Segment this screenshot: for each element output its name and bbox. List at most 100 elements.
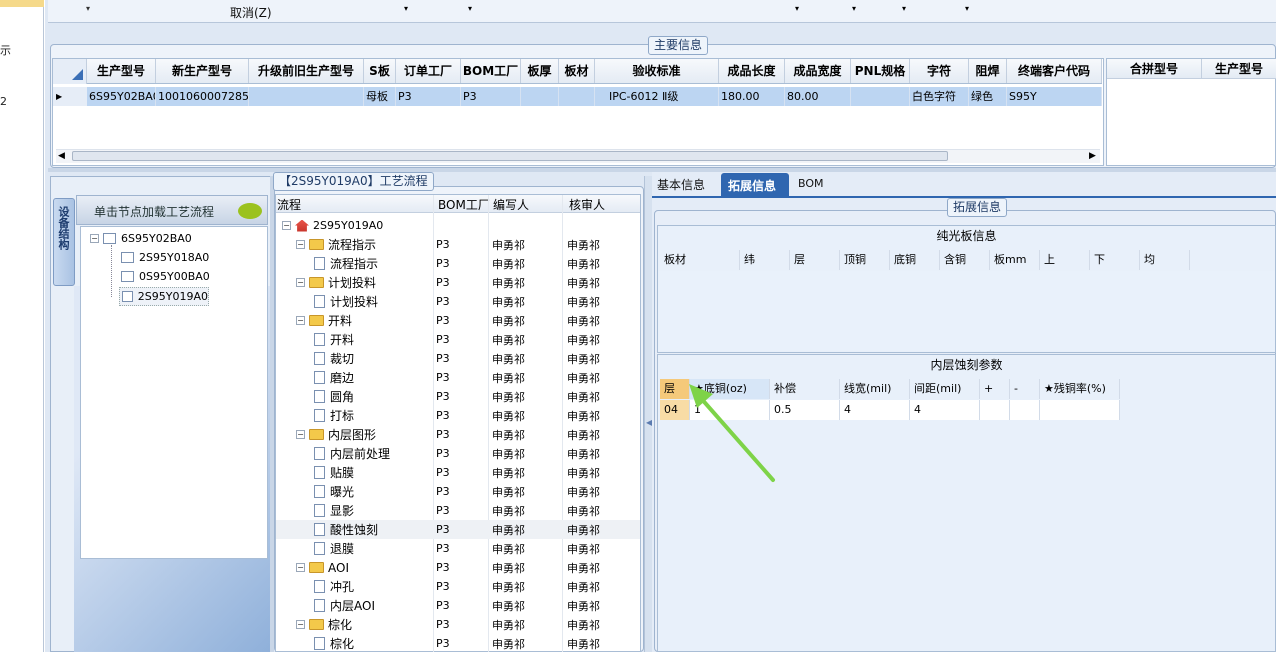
col-header[interactable]: 均	[1140, 250, 1190, 270]
table-cell: 绿色	[969, 87, 1007, 106]
col-header[interactable]: 板厚	[521, 59, 559, 83]
collapse-icon[interactable]: −	[90, 234, 99, 243]
reviewer-cell: 申勇祁	[567, 428, 600, 442]
col-header[interactable]: 下	[1090, 250, 1140, 270]
tree-node[interactable]: − 6S95Y02BA0	[90, 232, 192, 245]
col-header[interactable]: 新生产型号	[156, 59, 249, 83]
col-header-flow[interactable]: 流程	[277, 196, 301, 213]
col-header[interactable]: 生产型号	[87, 59, 156, 83]
scroll-right-icon[interactable]: ▶	[1089, 149, 1096, 163]
tree-folder-row[interactable]: − 计划投料 P3 申勇祁 申勇祁	[276, 273, 640, 292]
col-header[interactable]: 层	[790, 250, 840, 270]
col-header[interactable]: 合拼型号	[1107, 59, 1202, 78]
tree-leaf-row[interactable]: 显影 P3 申勇祁 申勇祁	[276, 501, 640, 520]
collapse-icon[interactable]: −	[296, 278, 305, 287]
col-header[interactable]: -	[1010, 379, 1040, 399]
tab-bom[interactable]: BOM	[798, 177, 824, 190]
col-header[interactable]: 纬	[740, 250, 790, 270]
table-cell[interactable]	[1040, 400, 1120, 420]
tree-leaf-row[interactable]: 打标 P3 申勇祁 申勇祁	[276, 406, 640, 425]
collapse-icon[interactable]: −	[296, 316, 305, 325]
vertical-splitter-mid[interactable]	[644, 176, 652, 652]
cancel-button[interactable]: 取消(Z)	[230, 4, 272, 21]
col-header[interactable]: ★残铜率(%)	[1040, 379, 1120, 399]
col-header-bom[interactable]: BOM工厂	[438, 196, 490, 213]
tree-leaf-row[interactable]: 开料 P3 申勇祁 申勇祁	[276, 330, 640, 349]
tree-leaf-row[interactable]: 计划投料 P3 申勇祁 申勇祁	[276, 292, 640, 311]
table-cell[interactable]: 4	[840, 400, 910, 420]
tree-leaf-row[interactable]: 磨边 P3 申勇祁 申勇祁	[276, 368, 640, 387]
tab-basic[interactable]: 基本信息	[657, 176, 705, 193]
col-header[interactable]: BOM工厂	[461, 59, 521, 83]
col-header-writer[interactable]: 编写人	[493, 196, 529, 213]
document-icon	[314, 295, 325, 308]
col-header[interactable]: 字符	[910, 59, 969, 83]
tree-root[interactable]: − 2S95Y019A0	[276, 216, 640, 235]
tree-node[interactable]: 0S95Y00BA0	[121, 270, 210, 283]
tree-folder-row[interactable]: − 内层图形 P3 申勇祁 申勇祁	[276, 425, 640, 444]
col-header[interactable]: 上	[1040, 250, 1090, 270]
col-header[interactable]: 终端客户代码	[1007, 59, 1102, 83]
scroll-left-icon[interactable]: ◀	[58, 149, 65, 163]
writer-cell: 申勇祁	[492, 295, 525, 309]
tree-leaf-row[interactable]: 圆角 P3 申勇祁 申勇祁	[276, 387, 640, 406]
tree-node[interactable]: 2S95Y018A0	[121, 251, 209, 264]
bom-factory-cell: P3	[436, 352, 450, 365]
table-cell[interactable]	[1010, 400, 1040, 420]
col-header[interactable]: 顶铜	[840, 250, 890, 270]
toolbar-dropdown-1[interactable]: ▾	[86, 4, 90, 13]
table-cell[interactable]: 4	[910, 400, 980, 420]
collapse-icon[interactable]: −	[296, 430, 305, 439]
col-header[interactable]: S板	[364, 59, 396, 83]
tree-folder-row[interactable]: − AOI P3 申勇祁 申勇祁	[276, 558, 640, 577]
tree-leaf-row[interactable]: 曝光 P3 申勇祁 申勇祁	[276, 482, 640, 501]
collapse-icon[interactable]: −	[296, 240, 305, 249]
folder-icon	[309, 277, 324, 288]
tree-folder-row[interactable]: − 开料 P3 申勇祁 申勇祁	[276, 311, 640, 330]
tree-leaf-row[interactable]: 棕化 P3 申勇祁 申勇祁	[276, 634, 640, 653]
col-header[interactable]: 验收标准	[595, 59, 719, 83]
table-cell[interactable]	[980, 400, 1010, 420]
col-header[interactable]: 板材	[660, 250, 740, 270]
tree-leaf-row[interactable]: 冲孔 P3 申勇祁 申勇祁	[276, 577, 640, 596]
tree-leaf-row[interactable]: 酸性蚀刻 P3 申勇祁 申勇祁	[276, 520, 640, 539]
col-header[interactable]: 线宽(mil)	[840, 379, 910, 399]
col-header[interactable]: 板材	[559, 59, 595, 83]
tree-leaf-row[interactable]: 内层AOI P3 申勇祁 申勇祁	[276, 596, 640, 615]
collapse-icon[interactable]: −	[282, 221, 291, 230]
tree-leaf-row[interactable]: 裁切 P3 申勇祁 申勇祁	[276, 349, 640, 368]
col-header[interactable]: PNL规格	[851, 59, 910, 83]
collapse-icon[interactable]: −	[296, 620, 305, 629]
col-header[interactable]: 底铜	[890, 250, 940, 270]
col-header[interactable]: 升级前旧生产型号	[249, 59, 364, 83]
row-indicator[interactable]: ▶	[53, 87, 87, 106]
toolbar-dropdown-2[interactable]: ▾	[404, 4, 408, 13]
bom-factory-cell: P3	[436, 599, 450, 612]
tree-leaf-row[interactable]: 退膜 P3 申勇祁 申勇祁	[276, 539, 640, 558]
col-header[interactable]: 成品宽度	[785, 59, 851, 83]
tree-folder-row[interactable]: − 棕化 P3 申勇祁 申勇祁	[276, 615, 640, 634]
col-header[interactable]: +	[980, 379, 1010, 399]
collapse-icon[interactable]: −	[296, 563, 305, 572]
col-header[interactable]: 阻焊	[969, 59, 1007, 83]
table-cell: 80.00	[785, 87, 851, 106]
col-header[interactable]: 订单工厂	[396, 59, 461, 83]
toolbar-dropdown-6[interactable]: ▾	[902, 4, 906, 13]
toolbar-dropdown-4[interactable]: ▾	[795, 4, 799, 13]
tree-leaf-row[interactable]: 贴膜 P3 申勇祁 申勇祁	[276, 463, 640, 482]
toolbar-dropdown-7[interactable]: ▾	[965, 4, 969, 13]
col-header[interactable]: 生产型号	[1202, 59, 1276, 78]
scroll-thumb[interactable]	[72, 151, 948, 161]
col-header[interactable]: 板mm	[990, 250, 1040, 270]
tree-leaf-row[interactable]: 流程指示 P3 申勇祁 申勇祁	[276, 254, 640, 273]
toolbar-dropdown-3[interactable]: ▾	[468, 4, 472, 13]
tree-node-selected[interactable]: 2S95Y019A0	[119, 287, 209, 306]
tree-leaf-row[interactable]: 内层前处理 P3 申勇祁 申勇祁	[276, 444, 640, 463]
col-header[interactable]: 成品长度	[719, 59, 785, 83]
tree-folder-row[interactable]: − 流程指示 P3 申勇祁 申勇祁	[276, 235, 640, 254]
col-header-reviewer[interactable]: 核审人	[569, 196, 605, 213]
toolbar-dropdown-5[interactable]: ▾	[852, 4, 856, 13]
col-header[interactable]: 含铜	[940, 250, 990, 270]
col-header[interactable]: 间距(mil)	[910, 379, 980, 399]
table-row[interactable]: 6S95Y02BA0 10010600072854 母板 P3 P3 IPC-6…	[87, 87, 1102, 106]
